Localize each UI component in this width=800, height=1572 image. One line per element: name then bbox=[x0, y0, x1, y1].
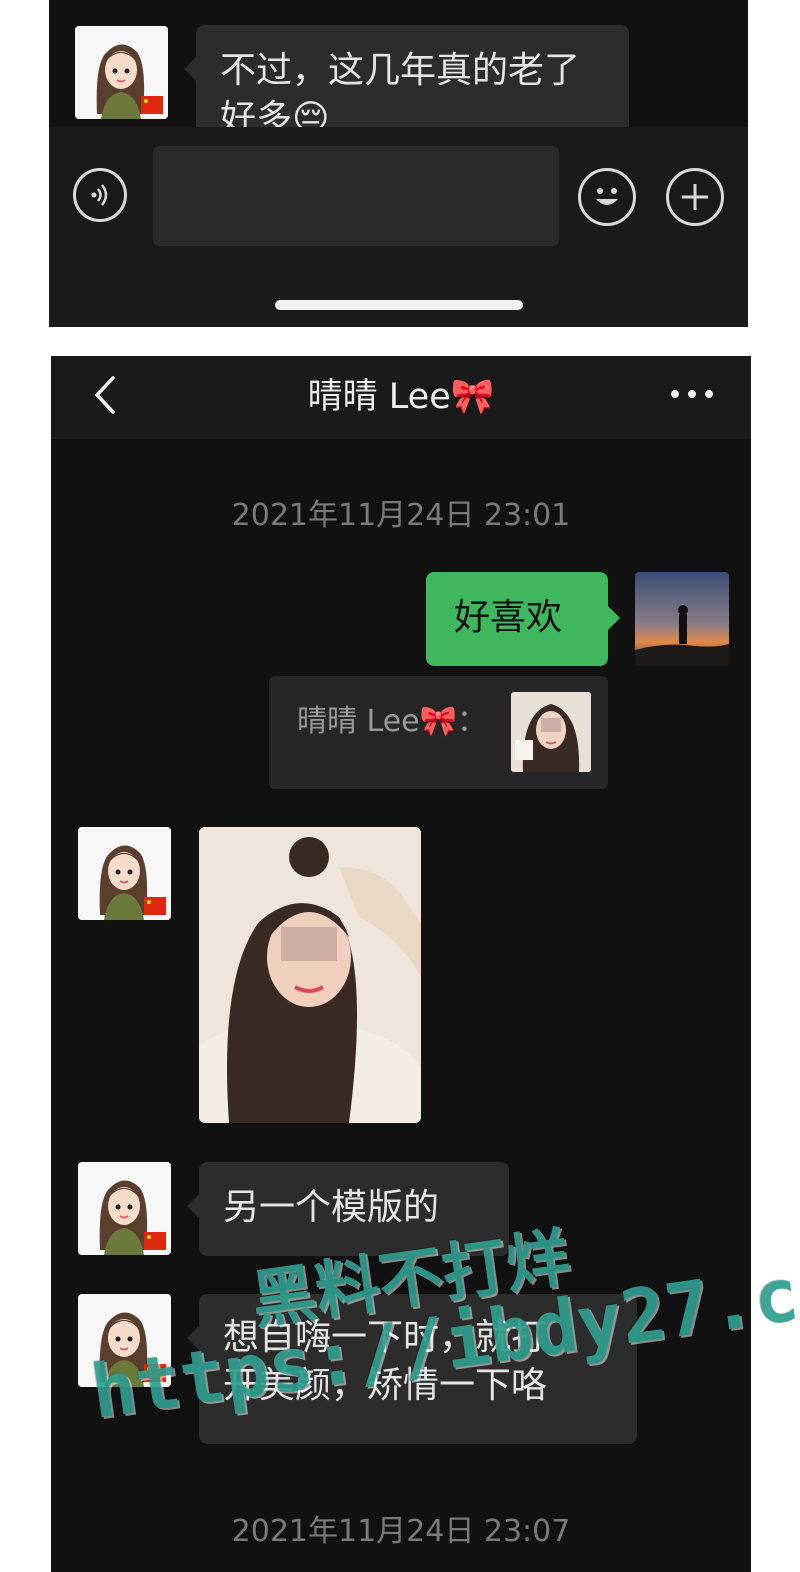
quoted-photo-thumbnail[interactable] bbox=[511, 692, 591, 772]
home-indicator[interactable] bbox=[275, 300, 523, 310]
input-bar bbox=[49, 127, 748, 327]
message-text: 另一个模版的 bbox=[223, 1187, 440, 1228]
voice-icon bbox=[91, 184, 108, 206]
timestamp: 2021年11月24日 23:01 bbox=[231, 498, 571, 533]
emoji-button[interactable] bbox=[578, 168, 636, 226]
nav-bar: 晴晴 Lee🎀 bbox=[51, 356, 751, 439]
contact-avatar[interactable] bbox=[78, 1162, 171, 1255]
message-text-line: 想自嗨一下时，就打 bbox=[223, 1317, 548, 1358]
message-bubble[interactable]: 另一个模版的 bbox=[187, 1162, 509, 1256]
quoted-message[interactable]: 晴晴 Lee🎀： bbox=[269, 676, 608, 789]
chat-panel-top: 不过，这几年真的老了好多😔 bbox=[49, 0, 748, 327]
photo-message[interactable] bbox=[199, 827, 421, 1123]
contact-avatar[interactable] bbox=[75, 26, 168, 119]
my-message-bubble[interactable]: 好喜欢 bbox=[426, 572, 620, 666]
message-text-line: 开美颜，矫情一下咯 bbox=[223, 1365, 548, 1406]
more-icon[interactable] bbox=[667, 382, 717, 406]
contact-avatar[interactable] bbox=[78, 1294, 171, 1387]
chat-panel-bottom: 晴晴 Lee🎀 2021年11月24日 23:01 好喜欢 晴晴 Lee🎀： 另… bbox=[51, 356, 751, 1572]
message-text: 好喜欢 bbox=[454, 597, 563, 638]
message-bubble[interactable]: 想自嗨一下时，就打 开美颜，矫情一下咯 bbox=[187, 1294, 637, 1444]
emoji-icon bbox=[596, 188, 618, 205]
plus-icon bbox=[682, 184, 708, 210]
timestamp: 2021年11月24日 23:07 bbox=[231, 1514, 571, 1549]
message-text: 不过，这几年真的老了好多😔 bbox=[220, 50, 581, 139]
chat-title: 晴晴 Lee🎀 bbox=[307, 377, 495, 417]
message-input[interactable] bbox=[153, 146, 559, 246]
quote-text: 晴晴 Lee🎀： bbox=[297, 704, 487, 739]
voice-button[interactable] bbox=[73, 168, 127, 222]
contact-avatar[interactable] bbox=[78, 827, 171, 920]
my-avatar[interactable] bbox=[635, 572, 729, 666]
more-functions-button[interactable] bbox=[666, 168, 724, 226]
